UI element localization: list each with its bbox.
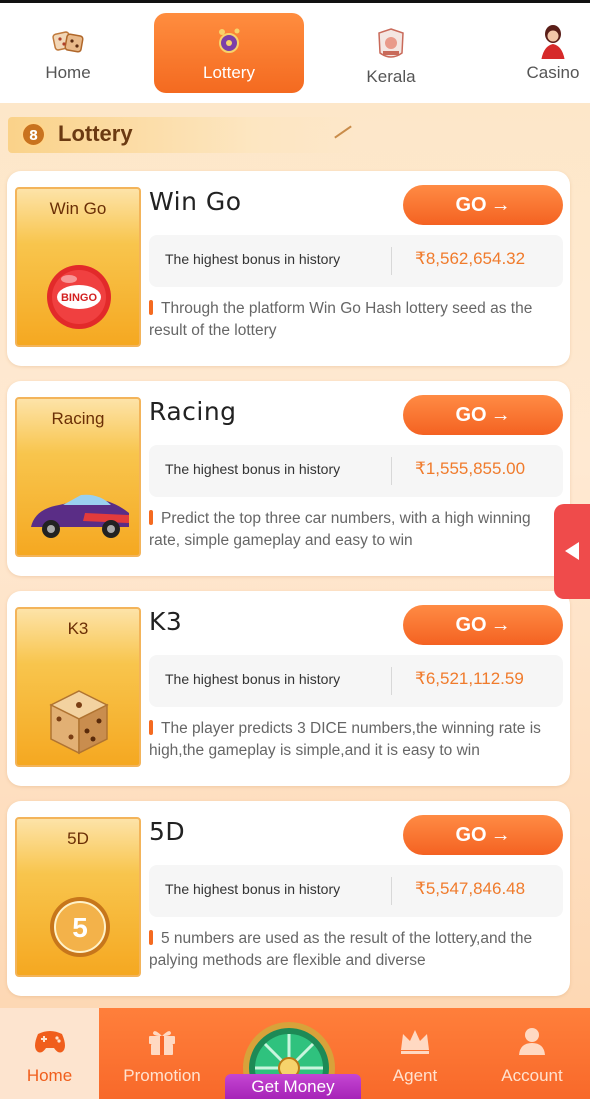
tab-kerala[interactable]: Kerala: [316, 13, 466, 93]
bottom-nav-account-label: Account: [501, 1066, 563, 1085]
arrow-right-icon: →: [490, 824, 511, 846]
get-money-button[interactable]: Get Money: [225, 1074, 361, 1099]
bottom-nav-home[interactable]: Home: [0, 1008, 99, 1099]
wingo-highest-amount: ₹8,562,654.32: [415, 249, 526, 268]
tab-lottery-label: Lottery: [203, 63, 255, 82]
k3-title: K3: [149, 607, 183, 636]
wingo-title: Win Go: [149, 187, 242, 216]
k3-stats-label: The highest bonus in history: [165, 671, 341, 687]
k3-highest-amount: ₹6,521,112.59: [415, 669, 524, 688]
game-card-5d[interactable]: 5D 5 5D GO → The highest bonus in history…: [7, 801, 570, 996]
section-header: 8 Lottery: [8, 117, 358, 153]
racing-go-label: GO: [455, 404, 487, 426]
bottom-nav-agent-label: Agent: [392, 1066, 438, 1085]
section-divider: [334, 125, 352, 139]
wingo-thumb-label: Win Go: [49, 199, 107, 218]
wingo-stats: The highest bonus in history ₹8,562,654.…: [149, 235, 563, 287]
stats-divider: [391, 247, 392, 275]
arrow-right-icon: →: [490, 614, 511, 636]
k3-go-button[interactable]: GO →: [403, 605, 563, 645]
k3-thumbnail[interactable]: K3: [15, 607, 141, 767]
5d-description: 5 numbers are used as the result of the …: [149, 928, 565, 972]
stats-divider: [391, 457, 392, 485]
race-car-icon: [31, 494, 129, 538]
tab-casino[interactable]: Casino: [478, 13, 590, 93]
gamepad-icon: [34, 1031, 65, 1053]
lottery-ball-icon: [219, 28, 240, 53]
tab-kerala-label: Kerala: [366, 67, 416, 86]
tab-lottery[interactable]: Lottery: [154, 13, 304, 93]
casino-dealer-icon: [541, 25, 565, 59]
desc-marker: [149, 300, 153, 315]
5d-stats-label: The highest bonus in history: [165, 881, 341, 897]
5d-thumbnail[interactable]: 5D 5: [15, 817, 141, 977]
game-card-racing[interactable]: Racing Racing GO → The highest bonus in h…: [7, 381, 570, 576]
caret-left-icon: [565, 542, 579, 560]
home-dice-icon: [52, 31, 84, 53]
k3-description: The player predicts 3 DICE numbers,the w…: [149, 718, 565, 762]
desc-marker: [149, 510, 153, 525]
bingo-ball-text: BINGO: [61, 292, 98, 304]
bottom-nav-promotion-label: Promotion: [123, 1066, 201, 1085]
wingo-stats-label: The highest bonus in history: [165, 251, 341, 267]
arrow-right-icon: →: [490, 404, 511, 426]
dice-icon: [49, 690, 109, 755]
crown-icon: [401, 1030, 429, 1054]
game-card-k3[interactable]: K3 K3 GO → The highest bonus in history ₹…: [7, 591, 570, 786]
wingo-thumbnail[interactable]: Win Go BINGO: [15, 187, 141, 347]
bottom-nav-agent[interactable]: Agent: [356, 1008, 474, 1099]
user-icon: [519, 1028, 545, 1055]
gift-icon: [149, 1031, 175, 1055]
kerala-badge-icon: [378, 28, 404, 58]
wingo-go-label: GO: [455, 194, 487, 216]
desc-marker: [149, 930, 153, 945]
5d-highest-amount: ₹5,547,846.48: [415, 879, 526, 898]
wingo-description: Through the platform Win Go Hash lottery…: [149, 298, 565, 342]
category-tabs: Home Lottery Kerala Casino: [0, 3, 590, 103]
racing-thumb-label: Racing: [51, 409, 105, 428]
section-title: Lottery: [58, 121, 133, 146]
k3-go-label: GO: [455, 614, 487, 636]
racing-highest-amount: ₹1,555,855.00: [415, 459, 526, 478]
wingo-description-text: Through the platform Win Go Hash lottery…: [149, 300, 533, 339]
coin-five-text: 5: [72, 912, 88, 943]
side-drawer-handle[interactable]: [554, 504, 590, 599]
lottery-content: 8 Lottery Win Go BINGO Win Go GO → The hi…: [0, 103, 590, 1008]
5d-go-label: GO: [455, 824, 487, 846]
5d-go-button[interactable]: GO →: [403, 815, 563, 855]
game-card-wingo[interactable]: Win Go BINGO Win Go GO → The highest bonu…: [7, 171, 570, 366]
racing-stats: The highest bonus in history ₹1,555,855.…: [149, 445, 563, 497]
stats-divider: [391, 667, 392, 695]
racing-stats-label: The highest bonus in history: [165, 461, 341, 477]
tab-home-label: Home: [45, 63, 91, 82]
bottom-nav-promotion[interactable]: Promotion: [103, 1008, 221, 1099]
racing-description: Predict the top three car numbers, with …: [149, 508, 565, 552]
racing-thumbnail[interactable]: Racing: [15, 397, 141, 557]
5d-stats: The highest bonus in history ₹5,547,846.…: [149, 865, 563, 917]
5d-title: 5D: [149, 817, 186, 846]
tab-home[interactable]: Home: [0, 13, 143, 93]
k3-thumb-label: K3: [67, 619, 89, 638]
stats-divider: [391, 877, 392, 905]
5d-description-text: 5 numbers are used as the result of the …: [149, 930, 533, 969]
bottom-nav-home-label: Home: [26, 1066, 73, 1085]
desc-marker: [149, 720, 153, 735]
coin-five-icon: 5: [50, 897, 110, 957]
tab-casino-label: Casino: [526, 63, 580, 82]
bingo-ball-icon: BINGO: [47, 265, 111, 329]
bottom-nav-account[interactable]: Account: [474, 1008, 590, 1099]
racing-description-text: Predict the top three car numbers, with …: [149, 510, 531, 549]
k3-description-text: The player predicts 3 DICE numbers,the w…: [149, 720, 541, 759]
racing-title: Racing: [149, 397, 237, 426]
wingo-go-button[interactable]: GO →: [403, 185, 563, 225]
section-badge-icon: 8: [21, 122, 46, 147]
arrow-right-icon: →: [490, 194, 511, 216]
k3-stats: The highest bonus in history ₹6,521,112.…: [149, 655, 563, 707]
5d-thumb-label: 5D: [67, 829, 89, 848]
racing-go-button[interactable]: GO →: [403, 395, 563, 435]
